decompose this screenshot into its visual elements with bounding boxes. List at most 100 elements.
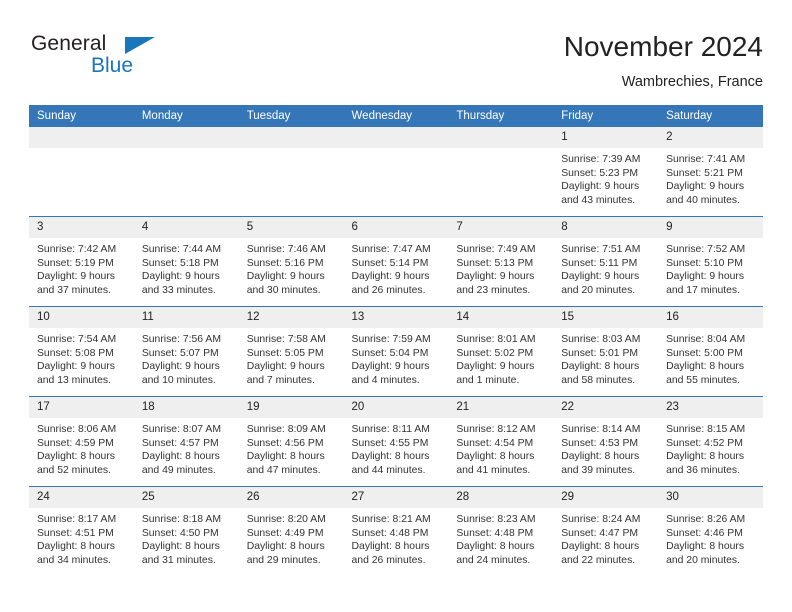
sun-info-line: and 1 minute.: [456, 374, 520, 386]
sun-info-line: Sunset: 5:16 PM: [246, 257, 324, 269]
weekday-header-row: Sunday Monday Tuesday Wednesday Thursday…: [29, 105, 763, 127]
calendar-empty-cell: [133, 127, 239, 217]
calendar-week-row: 24 Sunrise: 8:17 AM Sunset: 4:51 PM Dayligh…: [29, 486, 763, 576]
sun-info-line: Sunrise: 8:01 AM: [456, 334, 536, 345]
logo-general-blue[interactable]: General Blue: [29, 30, 249, 90]
calendar-day-cell[interactable]: 30 Sunrise: 8:26 AM Sunset: 4:46 PM Dayligh…: [658, 486, 763, 576]
sun-info-line: and 23 minutes.: [456, 284, 531, 296]
calendar-day-cell[interactable]: 3 Sunrise: 7:42 AM Sunset: 5:19 PM Daylight…: [29, 216, 134, 307]
sun-info-line: Sunset: 5:04 PM: [351, 347, 429, 359]
calendar-day-cell[interactable]: 4 Sunrise: 7:44 AM Sunset: 5:18 PM Daylight…: [133, 216, 239, 307]
calendar-day-cell[interactable]: 6 Sunrise: 7:47 AM Sunset: 5:14 PM Daylight…: [343, 216, 449, 307]
day-number: 12: [238, 307, 344, 328]
sun-info-line: and 44 minutes.: [351, 464, 426, 476]
sun-info-line: Sunrise: 7:42 AM: [37, 244, 117, 255]
calendar-day-cell[interactable]: 12 Sunrise: 7:58 AM Sunset: 5:05 PM Dayligh…: [238, 306, 344, 397]
sun-info-line: Sunset: 4:59 PM: [37, 437, 114, 449]
sun-info-line: Daylight: 9 hours: [561, 181, 640, 193]
calendar-day-cell[interactable]: 1 Sunrise: 7:39 AM Sunset: 5:23 PM Daylight…: [553, 127, 659, 217]
calendar-day-cell[interactable]: 17 Sunrise: 8:06 AM Sunset: 4:59 PM Dayligh…: [29, 396, 134, 487]
sun-info-line: Sunrise: 7:46 AM: [246, 244, 326, 255]
sun-info-line: and 22 minutes.: [561, 554, 636, 566]
sun-info: Sunrise: 8:15 AM Sunset: 4:52 PM Daylight:…: [658, 418, 763, 477]
day-number: 22: [553, 397, 659, 418]
calendar-day-cell[interactable]: 26 Sunrise: 8:20 AM Sunset: 4:49 PM Dayligh…: [238, 486, 344, 576]
day-number: 2: [658, 127, 763, 148]
sun-info-line: Sunrise: 8:17 AM: [37, 514, 117, 525]
sun-info-line: Daylight: 8 hours: [141, 541, 220, 553]
calendar-day-cell[interactable]: 13 Sunrise: 7:59 AM Sunset: 5:04 PM Dayligh…: [343, 306, 449, 397]
sun-info: Sunrise: 8:14 AM Sunset: 4:53 PM Daylight:…: [553, 418, 658, 477]
sun-info-line: Sunset: 4:50 PM: [141, 527, 219, 539]
sun-info-line: Sunrise: 7:41 AM: [666, 154, 746, 165]
weekday-header-saturday: Saturday: [658, 105, 763, 127]
calendar-day-cell[interactable]: 2 Sunrise: 7:41 AM Sunset: 5:21 PM Daylight…: [658, 127, 763, 217]
sun-info-line: Sunrise: 8:26 AM: [666, 514, 746, 525]
sun-info-line: Daylight: 9 hours: [456, 361, 535, 373]
calendar-day-cell[interactable]: 16 Sunrise: 8:04 AM Sunset: 5:00 PM Dayligh…: [658, 306, 763, 397]
calendar-empty-cell: [448, 127, 554, 217]
sun-info: Sunrise: 8:03 AM Sunset: 5:01 PM Daylight:…: [553, 328, 658, 387]
sun-info-line: and 34 minutes.: [37, 554, 111, 566]
weekday-header-wednesday: Wednesday: [343, 105, 449, 127]
sun-info-line: Daylight: 8 hours: [351, 541, 430, 553]
sun-info-line: and 40 minutes.: [666, 194, 740, 206]
sun-info-line: Daylight: 9 hours: [666, 271, 745, 283]
calendar-week-row: 10 Sunrise: 7:54 AM Sunset: 5:08 PM Dayligh…: [29, 306, 763, 397]
calendar-empty-cell: [343, 127, 449, 217]
calendar-day-cell[interactable]: 8 Sunrise: 7:51 AM Sunset: 5:11 PM Daylight…: [553, 216, 659, 307]
sun-info-line: Daylight: 9 hours: [456, 271, 535, 283]
sun-info-line: Sunrise: 8:06 AM: [37, 424, 117, 435]
sun-info: Sunrise: 7:41 AM Sunset: 5:21 PM Daylight:…: [658, 148, 763, 207]
calendar-day-cell[interactable]: 14 Sunrise: 8:01 AM Sunset: 5:02 PM Dayligh…: [448, 306, 554, 397]
sun-info-line: Sunset: 4:46 PM: [666, 527, 743, 539]
day-number: 15: [553, 307, 659, 328]
sun-info-line: and 13 minutes.: [37, 374, 111, 386]
sun-info: Sunrise: 7:44 AM Sunset: 5:18 PM Daylight:…: [134, 238, 239, 297]
sun-info: Sunrise: 7:54 AM Sunset: 5:08 PM Daylight:…: [29, 328, 134, 387]
calendar-day-cell[interactable]: 20 Sunrise: 8:11 AM Sunset: 4:55 PM Dayligh…: [343, 396, 449, 487]
sun-info-line: Daylight: 8 hours: [561, 361, 640, 373]
calendar-day-cell[interactable]: 19 Sunrise: 8:09 AM Sunset: 4:56 PM Dayligh…: [238, 396, 344, 487]
calendar-day-cell[interactable]: 27 Sunrise: 8:21 AM Sunset: 4:48 PM Dayligh…: [343, 486, 449, 576]
sun-info-line: Sunset: 5:21 PM: [666, 167, 743, 179]
sun-info-line: Sunset: 4:48 PM: [351, 527, 429, 539]
calendar-day-cell[interactable]: 22 Sunrise: 8:14 AM Sunset: 4:53 PM Dayligh…: [553, 396, 659, 487]
calendar-day-cell[interactable]: 28 Sunrise: 8:23 AM Sunset: 4:48 PM Dayligh…: [448, 486, 554, 576]
sun-info-line: and 24 minutes.: [456, 554, 531, 566]
calendar-day-cell[interactable]: 18 Sunrise: 8:07 AM Sunset: 4:57 PM Dayligh…: [133, 396, 239, 487]
calendar-day-cell[interactable]: 9 Sunrise: 7:52 AM Sunset: 5:10 PM Daylight…: [658, 216, 763, 307]
weekday-header-tuesday: Tuesday: [238, 105, 344, 127]
sun-info-line: Sunrise: 7:44 AM: [141, 244, 221, 255]
sun-info-line: Sunset: 4:56 PM: [246, 437, 324, 449]
sun-info: Sunrise: 7:56 AM Sunset: 5:07 PM Daylight:…: [134, 328, 239, 387]
calendar-day-cell[interactable]: 25 Sunrise: 8:18 AM Sunset: 4:50 PM Dayligh…: [133, 486, 239, 576]
sun-info-line: Daylight: 8 hours: [141, 451, 220, 463]
sun-info-line: and 41 minutes.: [456, 464, 531, 476]
sun-info-line: Sunrise: 7:47 AM: [351, 244, 431, 255]
sun-info: Sunrise: 7:49 AM Sunset: 5:13 PM Daylight:…: [448, 238, 553, 297]
calendar-day-cell[interactable]: 11 Sunrise: 7:56 AM Sunset: 5:07 PM Dayligh…: [133, 306, 239, 397]
calendar-day-cell[interactable]: 24 Sunrise: 8:17 AM Sunset: 4:51 PM Dayligh…: [29, 486, 134, 576]
calendar-day-cell[interactable]: 29 Sunrise: 8:24 AM Sunset: 4:47 PM Dayligh…: [553, 486, 659, 576]
day-number: 28: [448, 487, 554, 508]
sun-info: Sunrise: 7:59 AM Sunset: 5:04 PM Daylight:…: [344, 328, 449, 387]
sun-info-line: Sunset: 5:00 PM: [666, 347, 743, 359]
sun-info-line: Daylight: 9 hours: [141, 271, 220, 283]
sun-info-line: and 29 minutes.: [246, 554, 321, 566]
sun-info-line: Sunrise: 8:14 AM: [561, 424, 641, 435]
weekday-header-monday: Monday: [133, 105, 239, 127]
calendar-day-cell[interactable]: 15 Sunrise: 8:03 AM Sunset: 5:01 PM Dayligh…: [553, 306, 659, 397]
sun-info-line: Sunrise: 8:15 AM: [666, 424, 746, 435]
day-number: 14: [448, 307, 554, 328]
calendar-day-cell[interactable]: 23 Sunrise: 8:15 AM Sunset: 4:52 PM Dayligh…: [658, 396, 763, 487]
sun-info: Sunrise: 8:04 AM Sunset: 5:00 PM Daylight:…: [658, 328, 763, 387]
calendar-day-cell[interactable]: 21 Sunrise: 8:12 AM Sunset: 4:54 PM Dayligh…: [448, 396, 554, 487]
calendar-day-cell[interactable]: 7 Sunrise: 7:49 AM Sunset: 5:13 PM Daylight…: [448, 216, 554, 307]
sun-info-line: Sunrise: 8:11 AM: [351, 424, 430, 435]
sun-info-line: Sunset: 5:11 PM: [561, 257, 638, 269]
sun-info: Sunrise: 7:52 AM Sunset: 5:10 PM Daylight:…: [658, 238, 763, 297]
calendar-day-cell[interactable]: 10 Sunrise: 7:54 AM Sunset: 5:08 PM Dayligh…: [29, 306, 134, 397]
calendar-day-cell[interactable]: 5 Sunrise: 7:46 AM Sunset: 5:16 PM Daylight…: [238, 216, 344, 307]
sun-info-line: Daylight: 9 hours: [37, 271, 115, 283]
